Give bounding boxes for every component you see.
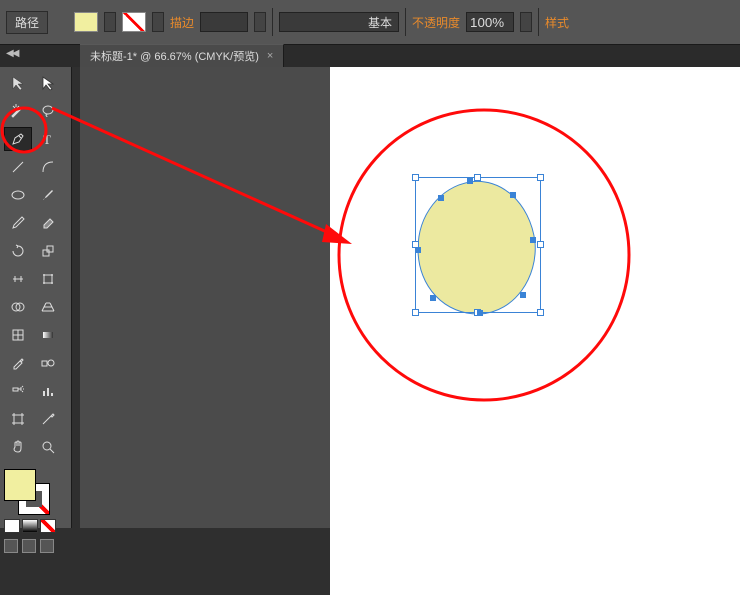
stroke-weight-input[interactable] [200,12,248,32]
panel-label-paths[interactable]: 路径 [6,11,48,34]
perspective-grid-tool[interactable] [34,295,62,319]
fill-color-chip[interactable] [4,469,36,501]
ellipse-tool[interactable] [4,183,32,207]
resize-handle[interactable] [412,309,419,316]
anchor-point[interactable] [430,295,436,301]
arc-tool[interactable] [34,155,62,179]
artboard[interactable] [330,67,740,595]
document-tab-title: 未标题-1* @ 66.67% (CMYK/预览) [90,48,259,64]
draw-normal-icon[interactable] [4,539,18,553]
svg-text:T: T [43,132,51,147]
stroke-dropdown-icon[interactable] [152,12,164,32]
pen-tool[interactable] [4,127,32,151]
anchor-point[interactable] [520,292,526,298]
lasso-tool[interactable] [34,99,62,123]
resize-handle[interactable] [412,174,419,181]
eyedropper-tool[interactable] [4,351,32,375]
options-bar: 路径 描边 基本 不透明度 样式 [0,0,740,45]
anchor-point[interactable] [467,178,473,184]
draw-inside-icon[interactable] [40,539,54,553]
hand-tool[interactable] [4,435,32,459]
type-tool[interactable]: T [34,127,62,151]
collapse-arrows-icon[interactable]: ◀◀ [6,48,17,59]
eraser-tool[interactable] [34,211,62,235]
scale-tool[interactable] [34,239,62,263]
stroke-swatch[interactable] [122,12,146,32]
magic-wand-tool[interactable] [4,99,32,123]
document-tab-bar: 未标题-1* @ 66.67% (CMYK/预览) × [0,45,740,67]
stroke-profile-select[interactable]: 基本 [279,12,399,32]
document-tab[interactable]: 未标题-1* @ 66.67% (CMYK/预览) × [80,44,284,67]
anchor-point[interactable] [477,310,483,316]
shape-builder-tool[interactable] [4,295,32,319]
width-tool[interactable] [4,267,32,291]
opacity-label[interactable]: 不透明度 [412,14,460,31]
anchor-point[interactable] [415,247,421,253]
direct-selection-tool[interactable] [34,71,62,95]
stroke-label[interactable]: 描边 [170,14,194,31]
separator [538,8,539,36]
canvas-area[interactable] [80,67,740,528]
resize-handle[interactable] [537,241,544,248]
screen-mode-row [4,539,54,553]
anchor-point[interactable] [438,195,444,201]
resize-handle[interactable] [537,174,544,181]
zoom-tool[interactable] [34,435,62,459]
blend-tool[interactable] [34,351,62,375]
stroke-profile-value: 基本 [368,14,392,31]
column-graph-tool[interactable] [34,379,62,403]
line-segment-tool[interactable] [4,155,32,179]
color-mode-row [4,519,56,533]
free-transform-tool[interactable] [34,267,62,291]
anchor-point[interactable] [530,237,536,243]
color-mode-solid[interactable] [4,519,20,533]
style-label[interactable]: 样式 [545,14,569,31]
resize-handle[interactable] [474,174,481,181]
anchor-point[interactable] [510,192,516,198]
color-mode-none[interactable] [40,519,56,533]
toolbox: T [0,67,72,528]
pencil-tool[interactable] [4,211,32,235]
resize-handle[interactable] [537,309,544,316]
close-icon[interactable]: × [267,50,273,62]
separator [405,8,406,36]
stroke-weight-dropdown-icon[interactable] [254,12,266,32]
color-mode-gradient[interactable] [22,519,38,533]
draw-behind-icon[interactable] [22,539,36,553]
paintbrush-tool[interactable] [34,183,62,207]
slice-tool[interactable] [34,407,62,431]
rotate-tool[interactable] [4,239,32,263]
opacity-dropdown-icon[interactable] [520,12,532,32]
fill-stroke-indicator[interactable] [4,469,50,515]
mesh-tool[interactable] [4,323,32,347]
artboard-tool[interactable] [4,407,32,431]
selection-tool[interactable] [4,71,32,95]
symbol-sprayer-tool[interactable] [4,379,32,403]
separator [272,8,273,36]
fill-dropdown-icon[interactable] [104,12,116,32]
opacity-input[interactable] [466,12,514,32]
gradient-tool[interactable] [34,323,62,347]
fill-swatch[interactable] [74,12,98,32]
